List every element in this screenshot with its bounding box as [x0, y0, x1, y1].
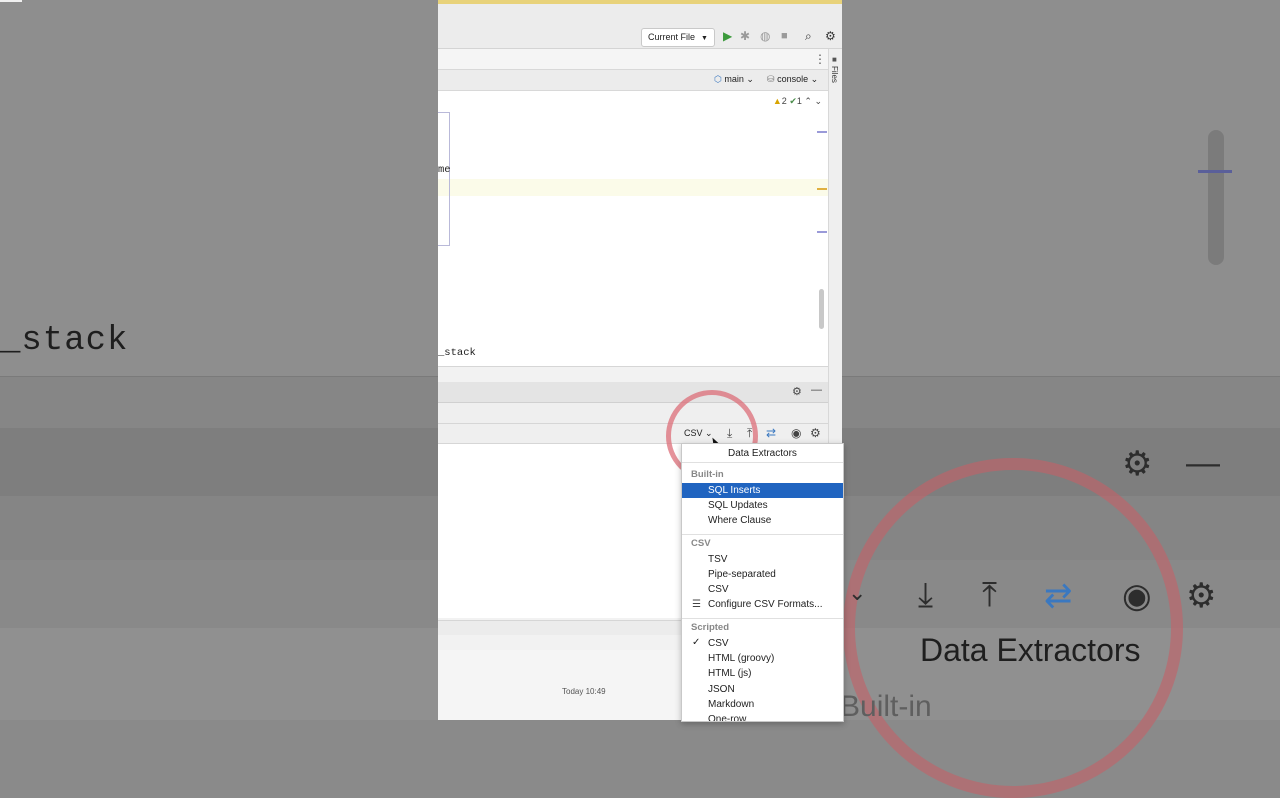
chevron-down-icon: ▼	[701, 35, 708, 42]
stop-icon[interactable]: ■	[781, 29, 788, 43]
menu-title: Data Extractors	[728, 448, 797, 459]
chevron-up-icon[interactable]: ⌃	[804, 96, 812, 106]
menu-item-configure-csv-formats[interactable]: Configure CSV Formats...	[682, 597, 843, 612]
code-line: _stack	[438, 347, 476, 359]
tool-window-header: ⚙ —	[438, 382, 828, 403]
minimize-icon[interactable]: —	[811, 384, 822, 396]
menu-item-tsv[interactable]: TSV	[682, 552, 843, 567]
data-extractors-menu: Data Extractors Built-in SQL Inserts SQL…	[681, 443, 844, 722]
debug-icon[interactable]: ✱	[740, 29, 750, 43]
bg-built-in: Built-in	[840, 690, 932, 723]
inspection-widget[interactable]: ▲2 ✔1 ⌃ ⌄	[773, 96, 822, 107]
editor-bottom-border	[438, 366, 828, 367]
menu-item-html-js[interactable]: HTML (js)	[682, 666, 843, 681]
bg-code-fragment: _stack	[0, 322, 129, 360]
bg-corner-mark	[0, 0, 22, 2]
gutter-marker	[817, 131, 827, 133]
schema-icon: ⬡	[714, 74, 722, 84]
menu-item-markdown[interactable]: Markdown	[682, 697, 843, 712]
menu-separator	[682, 618, 843, 619]
code-line: me	[438, 164, 451, 176]
menu-item-one-row[interactable]: One-row	[682, 712, 843, 721]
menu-item-html-groovy[interactable]: HTML (groovy)	[682, 651, 843, 666]
console-label: console	[777, 74, 809, 84]
navigation-bar	[438, 49, 828, 70]
coverage-icon[interactable]: ◍	[760, 29, 770, 43]
statement-bracket	[438, 112, 450, 246]
files-tool-button[interactable]: Files	[830, 66, 839, 83]
check-icon: ✔	[789, 96, 797, 106]
menu-separator	[682, 534, 843, 535]
menu-item-csv[interactable]: CSV	[682, 582, 843, 597]
gear-icon[interactable]: ⚙	[825, 29, 836, 43]
bg-chevron-icon: ⌄	[848, 580, 867, 605]
eye-icon[interactable]: ◉	[791, 426, 801, 440]
bg-settings-icon: ⚙	[1186, 577, 1217, 615]
menu-item-sql-updates[interactable]: SQL Updates	[682, 498, 843, 513]
bg-minimize-icon: —	[1186, 444, 1220, 482]
menu-item-scripted-csv[interactable]: CSV	[682, 636, 843, 651]
main-toolbar: Current File ▼ ▶ ✱ ◍ ■ ⌕ ⚙	[438, 4, 842, 49]
bg-compare-icon: ⇄	[1044, 577, 1073, 615]
branch-label: main	[724, 74, 744, 84]
console-selector[interactable]: ⛁ console ⌄	[767, 74, 818, 85]
compare-icon[interactable]: ⇄	[766, 426, 776, 440]
editor-toolbar: ⬡ main ⌄ ⛁ console ⌄	[438, 70, 828, 91]
bg-download-icon: ⤓	[918, 576, 934, 614]
gutter-marker	[817, 231, 827, 233]
gutter-marker	[817, 188, 827, 190]
bg-highlight-ring	[843, 458, 1183, 798]
chevron-down-icon: ⌄	[810, 74, 819, 84]
folder-icon: ■	[832, 55, 837, 64]
ok-count: 1	[796, 96, 802, 106]
section-scripted: Scripted	[691, 622, 730, 633]
menu-separator	[682, 462, 843, 463]
timestamp: Today 10:49	[562, 687, 606, 696]
warning-count: 2	[781, 96, 787, 106]
settings-icon[interactable]: ⚙	[810, 426, 821, 440]
run-config-selector[interactable]: Current File ▼	[641, 28, 715, 47]
bg-eye-icon: ◉	[1122, 577, 1152, 615]
more-options-icon[interactable]: ⋮	[814, 52, 826, 66]
menu-item-json[interactable]: JSON	[682, 682, 843, 697]
chevron-down-icon[interactable]: ⌄	[814, 96, 822, 106]
gear-icon[interactable]: ⚙	[792, 385, 802, 398]
warning-icon: ▲	[772, 96, 782, 106]
console-icon: ⛁	[767, 74, 775, 84]
section-csv: CSV	[691, 538, 711, 549]
bg-gutter-mark	[1198, 170, 1232, 173]
menu-item-pipe-separated[interactable]: Pipe-separated	[682, 567, 843, 582]
menu-item-sql-inserts[interactable]: SQL Inserts	[682, 483, 843, 498]
bg-upload-icon: ⤒	[982, 576, 998, 614]
tool-window-tabs	[438, 403, 828, 424]
editor-scrollbar[interactable]	[819, 289, 824, 329]
code-editor[interactable]: me _stack ▲2 ✔1 ⌃ ⌄	[438, 91, 828, 366]
bg-gear-icon: ⚙	[1122, 445, 1153, 483]
bg-data-extractors: Data Extractors	[920, 632, 1141, 668]
branch-selector[interactable]: ⬡ main ⌄	[714, 74, 754, 85]
result-grid-toolbar: CSV ⌄ ⤓ ⤒ ⇄ ◉ ⚙	[438, 424, 828, 444]
bg-scrollbar	[1208, 130, 1224, 265]
chevron-down-icon: ⌄	[746, 74, 754, 84]
run-icon[interactable]: ▶	[723, 29, 732, 43]
section-built-in: Built-in	[691, 469, 724, 480]
menu-item-where-clause[interactable]: Where Clause	[682, 513, 843, 528]
current-line-highlight	[438, 179, 828, 196]
run-config-label: Current File	[648, 32, 696, 42]
search-icon[interactable]: ⌕	[805, 29, 812, 43]
